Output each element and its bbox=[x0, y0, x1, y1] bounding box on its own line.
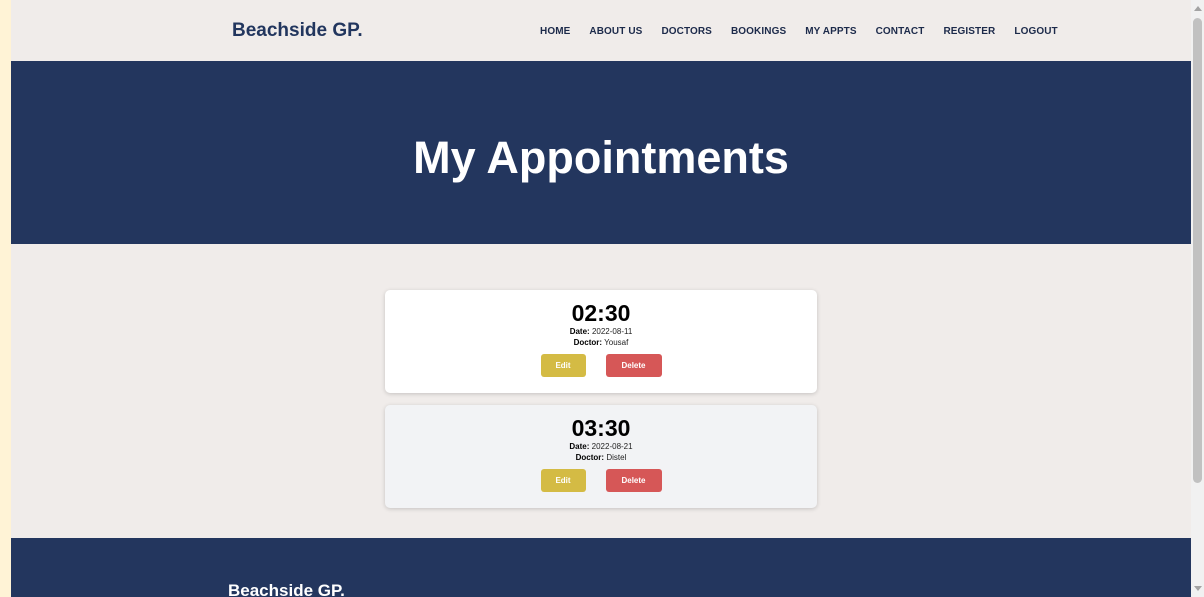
card-actions: Edit Delete bbox=[385, 354, 817, 377]
page-title: My Appointments bbox=[413, 131, 789, 183]
doctor-value: Yousaf bbox=[604, 338, 629, 347]
nav-about-us[interactable]: ABOUT US bbox=[589, 26, 642, 37]
date-label: Date: bbox=[569, 327, 590, 336]
date-value: 2022-08-21 bbox=[591, 442, 633, 451]
date-value: 2022-08-11 bbox=[591, 327, 633, 336]
scroll-down-arrow-icon[interactable] bbox=[1194, 586, 1202, 591]
edit-button[interactable]: Edit bbox=[540, 354, 586, 377]
nav-doctors[interactable]: DOCTORS bbox=[661, 26, 712, 37]
hero-banner: My Appointments bbox=[11, 61, 1191, 244]
doctor-label: Doctor: bbox=[575, 453, 605, 462]
nav-register[interactable]: REGISTER bbox=[943, 26, 995, 37]
appointment-date: Date: 2022-08-11 bbox=[385, 326, 817, 337]
nav-home[interactable]: HOME bbox=[540, 26, 570, 37]
brand-logo[interactable]: Beachside GP. bbox=[232, 20, 363, 42]
footer-brand: Beachside GP. bbox=[228, 581, 345, 597]
appointment-card: 03:30 Date: 2022-08-21 Doctor: Distel Ed… bbox=[385, 405, 817, 508]
navbar: Beachside GP. HOME ABOUT US DOCTORS BOOK… bbox=[11, 0, 1191, 61]
appointment-time: 02:30 bbox=[571, 300, 631, 326]
appointment-time: 03:30 bbox=[571, 415, 631, 441]
appointment-date: Date: 2022-08-21 bbox=[385, 441, 817, 452]
appointment-doctor: Doctor: Yousaf bbox=[385, 337, 817, 348]
appointment-card: 02:30 Date: 2022-08-11 Doctor: Yousaf Ed… bbox=[385, 290, 817, 393]
nav-links: HOME ABOUT US DOCTORS BOOKINGS MY APPTS … bbox=[540, 26, 1077, 37]
card-actions: Edit Delete bbox=[385, 469, 817, 492]
doctor-label: Doctor: bbox=[573, 338, 603, 347]
doctor-value: Distel bbox=[606, 453, 627, 462]
footer: Beachside GP. bbox=[11, 538, 1191, 597]
nav-my-appts[interactable]: MY APPTS bbox=[805, 26, 856, 37]
page: Beachside GP. HOME ABOUT US DOCTORS BOOK… bbox=[11, 0, 1191, 597]
nav-contact[interactable]: CONTACT bbox=[876, 26, 925, 37]
scrollbar[interactable] bbox=[1191, 0, 1204, 597]
date-label: Date: bbox=[569, 442, 590, 451]
scroll-thumb[interactable] bbox=[1193, 18, 1202, 483]
edit-button[interactable]: Edit bbox=[540, 469, 586, 492]
delete-button[interactable]: Delete bbox=[605, 469, 662, 492]
nav-logout[interactable]: LOGOUT bbox=[1014, 26, 1057, 37]
appointment-doctor: Doctor: Distel bbox=[385, 452, 817, 463]
nav-bookings[interactable]: BOOKINGS bbox=[731, 26, 786, 37]
delete-button[interactable]: Delete bbox=[605, 354, 662, 377]
scroll-up-arrow-icon[interactable] bbox=[1194, 6, 1202, 11]
